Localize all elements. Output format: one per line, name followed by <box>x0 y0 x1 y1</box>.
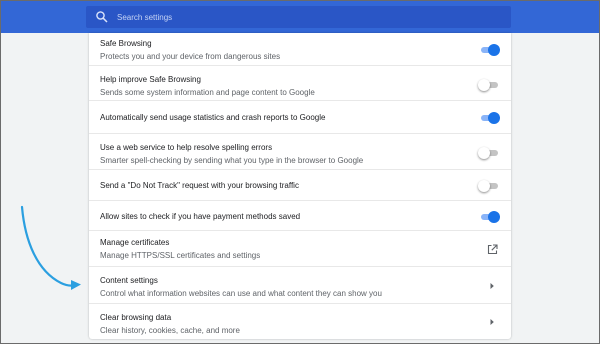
annotation-arrow <box>20 205 81 290</box>
screenshot-frame: Search settings Safe Browsing Protects y… <box>0 0 600 344</box>
